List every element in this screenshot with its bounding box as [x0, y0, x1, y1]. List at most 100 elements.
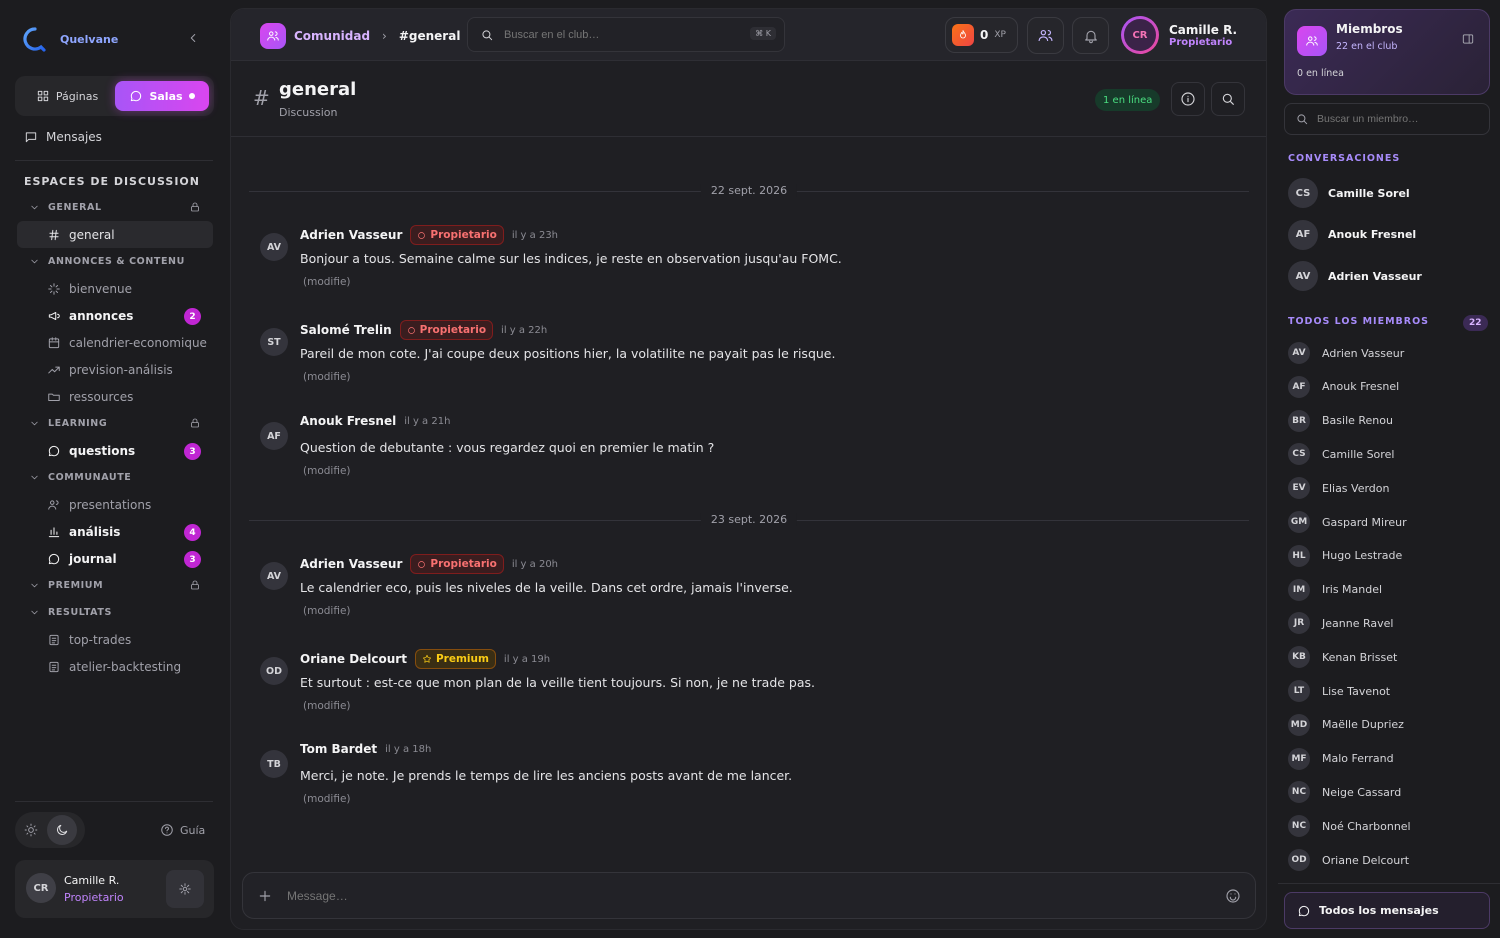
channel-item[interactable]: questions 3 [17, 437, 213, 464]
user-menu[interactable]: CR Camille R. Propietario [1121, 16, 1237, 54]
channel-item[interactable]: prevision-análisis [17, 356, 213, 383]
folder-icon [48, 393, 60, 401]
category-5[interactable]: RESULTATS [17, 599, 213, 626]
emoji-button[interactable] [1225, 888, 1241, 904]
category-2[interactable]: LEARNING [17, 410, 213, 437]
message-input[interactable] [287, 885, 1187, 907]
channel-info-button[interactable] [1171, 82, 1205, 116]
member-item[interactable]: BR Basile Renou [1288, 404, 1488, 438]
channel-item[interactable]: ressources [17, 383, 213, 410]
attach-button[interactable] [257, 888, 273, 904]
collapse-panel-button[interactable] [1461, 32, 1475, 46]
chevron-down-icon [31, 583, 38, 588]
club-search[interactable]: ⌘ K [467, 17, 785, 52]
member-item[interactable]: MD Maëlle Dupriez [1288, 708, 1488, 742]
message-author[interactable]: Oriane Delcourt [300, 652, 407, 666]
date-label: 22 sept. 2026 [700, 184, 798, 197]
member-item[interactable]: NC Neige Cassard [1288, 775, 1488, 809]
category-4[interactable]: PREMIUM [17, 572, 213, 599]
rooms-tab-label: Salas [149, 89, 183, 103]
member-item[interactable]: JR Jeanne Ravel [1288, 606, 1488, 640]
avatar[interactable]: OD [260, 657, 288, 685]
member-item[interactable]: HL Hugo Lestrade [1288, 539, 1488, 573]
xp-badge[interactable]: 0 XP [945, 17, 1018, 53]
conversation-item[interactable]: AV Adrien Vasseur [1288, 261, 1422, 291]
member-name: Basile Renou [1322, 414, 1393, 428]
member-item[interactable]: NC Noé Charbonnel [1288, 809, 1488, 843]
guide-link[interactable]: Guía [160, 823, 205, 837]
member-item[interactable]: GM Gaspard Mireur [1288, 505, 1488, 539]
avatar[interactable]: AV [260, 233, 288, 261]
conversation-item[interactable]: CS Camille Sorel [1288, 178, 1410, 208]
user-card[interactable]: CR Camille R. Propietario [15, 860, 214, 918]
divider [15, 160, 213, 161]
pages-tab[interactable]: Páginas [19, 80, 115, 112]
brand[interactable]: Quelvane [22, 26, 118, 52]
channel-label: general [69, 227, 115, 242]
breadcrumb-community[interactable]: Comunidad [294, 29, 370, 43]
breadcrumb-channel[interactable]: #general [399, 29, 461, 43]
avatar: AF [1288, 375, 1310, 398]
channel-item[interactable]: general [17, 221, 213, 248]
member-item[interactable]: CS Camille Sorel [1288, 437, 1488, 471]
member-name: Gaspard Mireur [1322, 515, 1407, 529]
category-3[interactable]: COMMUNAUTE [17, 464, 213, 491]
light-mode-button[interactable] [24, 823, 38, 837]
channel-item[interactable]: calendrier-economique [17, 329, 213, 356]
channel-search-button[interactable] [1211, 82, 1245, 116]
channel-item[interactable]: análisis 4 [17, 518, 213, 545]
member-item[interactable]: LT Lise Tavenot [1288, 674, 1488, 708]
message-body: Le calendrier eco, puis les niveles de l… [300, 580, 793, 595]
avatar[interactable]: AF [260, 422, 288, 450]
avatar[interactable]: ST [260, 328, 288, 356]
channel-label: ressources [69, 389, 134, 404]
message-author[interactable]: Adrien Vasseur [300, 557, 402, 571]
member-search-input[interactable] [1317, 113, 1487, 125]
all-messages-button[interactable]: Todos los mensajes [1284, 892, 1490, 929]
channel-item[interactable]: top-trades [17, 626, 213, 653]
member-search[interactable] [1284, 103, 1490, 135]
channel-item[interactable]: atelier-backtesting [17, 653, 213, 680]
member-item[interactable]: KB Kenan Brisset [1288, 640, 1488, 674]
members-button[interactable] [1027, 17, 1064, 54]
member-item[interactable]: AF Anouk Fresnel [1288, 370, 1488, 404]
member-item[interactable]: IM Iris Mandel [1288, 573, 1488, 607]
messages-link[interactable]: Mensajes [24, 130, 102, 144]
avatar[interactable]: AV [260, 562, 288, 590]
member-item[interactable]: MF Malo Ferrand [1288, 742, 1488, 776]
member-item[interactable]: AV Adrien Vasseur [1288, 336, 1488, 370]
top-bar: Comunidad › #general ⌘ K 0 XP CR Camille… [231, 9, 1266, 61]
user-name: Camille R. [64, 874, 120, 887]
date-separator: 23 sept. 2026 [249, 510, 1249, 530]
avatar: HL [1288, 544, 1310, 567]
members-panel: Miembros 22 en el club 0 en línea CONVER… [1278, 0, 1500, 938]
avatar[interactable]: TB [260, 750, 288, 778]
chat-bubble-icon [1298, 905, 1310, 916]
message-author[interactable]: Adrien Vasseur [300, 228, 402, 242]
channel-item[interactable]: journal 3 [17, 545, 213, 572]
notifications-button[interactable] [1072, 17, 1109, 54]
collapse-sidebar-button[interactable] [186, 31, 200, 45]
channel-item[interactable]: annonces 2 [17, 302, 213, 329]
member-item[interactable]: OD Oriane Delcourt [1288, 843, 1488, 877]
channel-label: calendrier-economique [69, 335, 207, 350]
message-body: Pareil de mon cote. J'ai coupe deux posi… [300, 346, 836, 361]
message-author[interactable]: Anouk Fresnel [300, 414, 396, 428]
message-author[interactable]: Salomé Trelin [300, 323, 392, 337]
conversation-item[interactable]: AF Anouk Fresnel [1288, 219, 1416, 250]
avatar: MD [1288, 713, 1310, 736]
message-author[interactable]: Tom Bardet [300, 742, 377, 756]
member-item[interactable]: EV Elias Verdon [1288, 471, 1488, 505]
club-search-input[interactable] [504, 28, 734, 41]
member-name: Lise Tavenot [1322, 684, 1391, 698]
settings-button[interactable] [166, 870, 204, 908]
rooms-tab[interactable]: Salas [115, 81, 209, 111]
category-1[interactable]: ANNONCES & CONTENU [17, 248, 213, 275]
channel-item[interactable]: bienvenue [17, 275, 213, 302]
unread-badge: 3 [184, 551, 201, 568]
dark-mode-button[interactable] [46, 815, 77, 845]
member-name: Neige Cassard [1322, 785, 1402, 799]
channel-item[interactable]: presentations [17, 491, 213, 518]
all-messages-label: Todos los mensajes [1319, 904, 1439, 917]
category-0[interactable]: GENERAL [17, 194, 213, 221]
